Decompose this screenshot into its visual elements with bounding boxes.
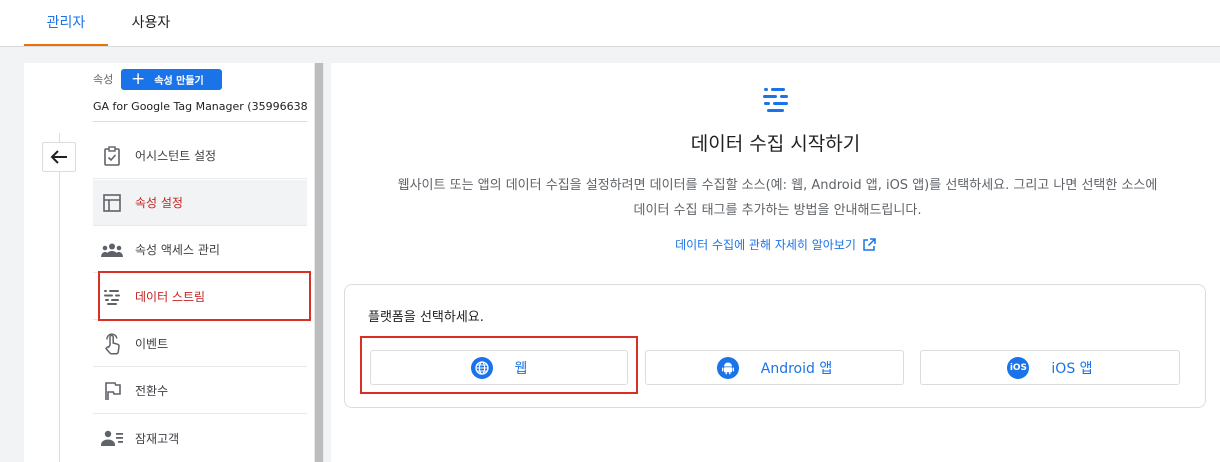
nav-item-events[interactable]: 이벤트 [93,321,307,367]
learn-more-label: 데이터 수집에 관해 자세히 알아보기 [675,238,856,252]
tab-users[interactable]: 사용자 [116,0,186,46]
admin-nav-panel: 속성 + 속성 만들기 GA for Google Tag Manager (3… [24,63,314,462]
nav-item-label: 이벤트 [135,337,169,351]
nav-item-assistant-settings[interactable]: 어시스턴트 설정 [93,133,307,179]
nav-item-property-access[interactable]: 속성 액세스 관리 [93,227,307,273]
android-icon [716,356,739,379]
flag-icon [101,380,123,402]
layout-icon [101,192,123,214]
nav-item-conversions[interactable]: 전환수 [93,368,307,414]
property-selector[interactable]: GA for Google Tag Manager (35996638... [93,100,307,113]
back-button[interactable] [42,142,76,172]
active-tab-indicator [24,44,108,46]
nav-item-audiences[interactable]: 잠재고객 [93,415,307,461]
nav-item-property-settings[interactable]: 속성 설정 [93,180,307,226]
people-icon [101,239,123,261]
divider [93,121,307,122]
nav-item-label: 전환수 [135,384,169,398]
scrollbar-thumb[interactable] [315,63,323,462]
main-content: 데이터 수집 시작하기 웹사이트 또는 앱의 데이터 수집을 설정하려면 데이터… [331,63,1220,462]
nav-item-label: 잠재고객 [135,431,180,446]
platform-prompt: 플랫폼을 선택하세요. [368,310,484,325]
plus-icon: + [131,69,146,89]
android-platform-button[interactable]: Android 앱 [645,350,904,385]
external-link-icon [863,238,876,251]
ios-icon: iOS [1007,356,1030,379]
nav-item-label: 속성 액세스 관리 [135,243,220,257]
nav-item-label: 속성 설정 [135,196,183,210]
arrow-left-icon [50,150,67,164]
scrollbar[interactable] [314,63,324,462]
property-label: 속성 [93,73,114,86]
data-streams-icon [763,88,788,112]
tree-line [59,133,60,462]
ios-platform-button[interactable]: iOS iOS 앱 [920,350,1180,385]
touch-icon [101,332,123,355]
platform-label: Android 앱 [760,360,833,377]
audience-icon [101,427,123,449]
data-streams-highlight-box [98,271,311,321]
create-property-button[interactable]: + 속성 만들기 [121,69,222,90]
tab-admin[interactable]: 관리자 [24,0,108,46]
page-description: 웹사이트 또는 앱의 데이터 수집을 설정하려면 데이터를 수집할 소스(예: … [397,178,1158,218]
page-title: 데이터 수집 시작하기 [690,133,861,155]
top-tab-bar: 관리자 사용자 [0,0,1220,47]
clipboard-check-icon [101,145,123,167]
nav-item-label: 어시스턴트 설정 [135,149,217,163]
web-button-highlight-box [360,336,638,394]
learn-more-link[interactable]: 데이터 수집에 관해 자세히 알아보기 [331,236,1220,253]
create-property-label: 속성 만들기 [154,76,204,87]
platform-label: iOS 앱 [1051,360,1093,377]
